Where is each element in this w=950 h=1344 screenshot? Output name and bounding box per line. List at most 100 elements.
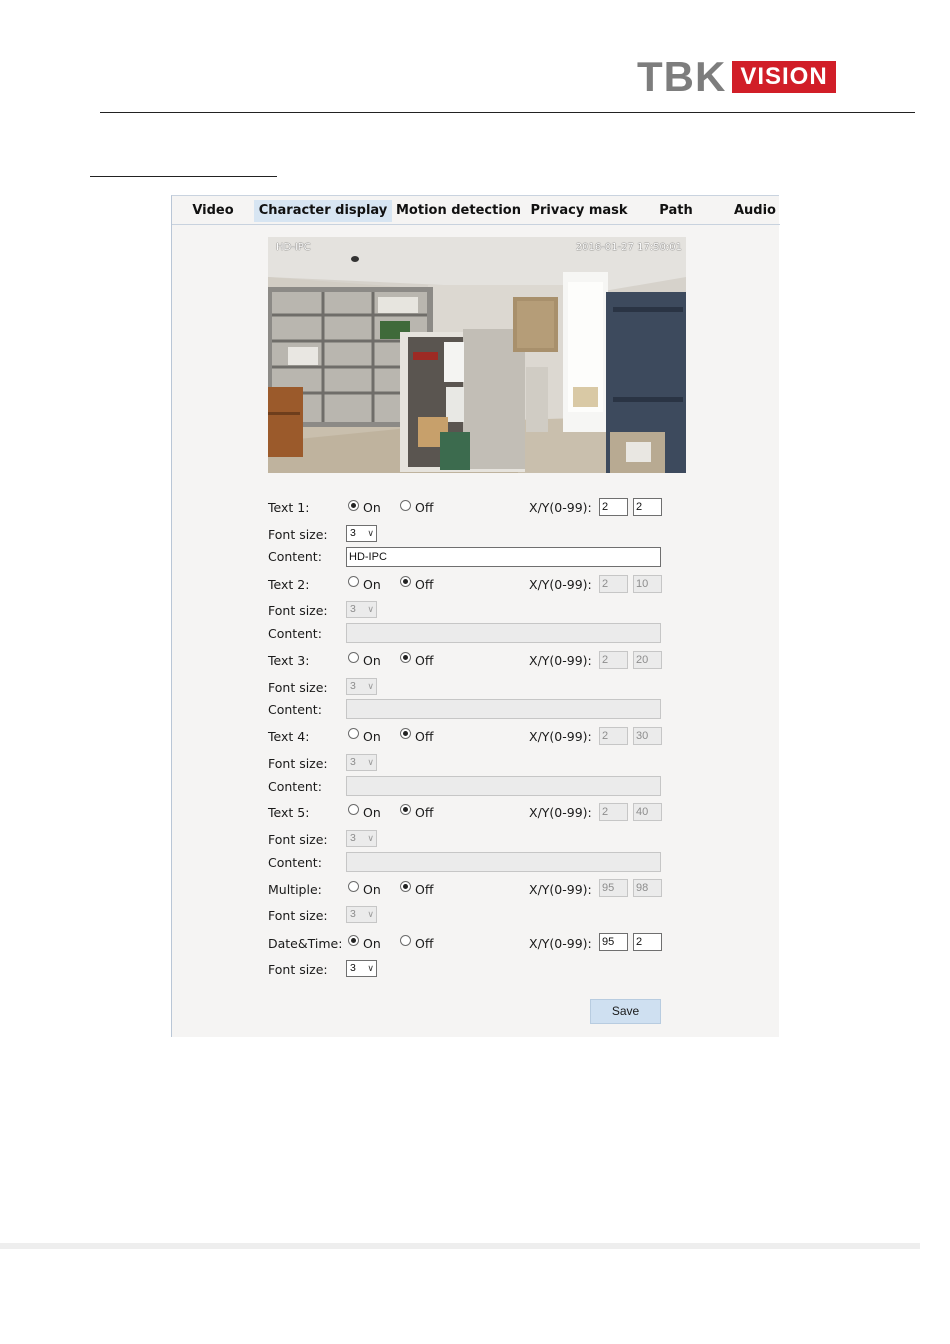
text3-x-input[interactable]: 2 bbox=[599, 651, 628, 669]
footer-band bbox=[0, 1243, 920, 1249]
text2-font-size-select[interactable]: 3 ∨ bbox=[346, 601, 377, 618]
multiple-off-label: Off bbox=[415, 882, 434, 897]
text1-content-label: Content: bbox=[268, 549, 322, 564]
multiple-font-size-label: Font size: bbox=[268, 908, 328, 923]
tab-privacy-mask[interactable]: Privacy mask bbox=[524, 200, 634, 222]
text1-font-size-select[interactable]: 3 ∨ bbox=[346, 525, 377, 542]
text3-off-radio[interactable] bbox=[400, 652, 411, 663]
text2-x-input[interactable]: 2 bbox=[599, 575, 628, 593]
text4-font-size-label: Font size: bbox=[268, 756, 328, 771]
datetime-on-label: On bbox=[363, 936, 381, 951]
multiple-on-label: On bbox=[363, 882, 381, 897]
text5-x-input[interactable]: 2 bbox=[599, 803, 628, 821]
text1-label: Text 1: bbox=[268, 500, 310, 515]
text5-on-radio[interactable] bbox=[348, 804, 359, 815]
chevron-down-icon: ∨ bbox=[367, 604, 374, 614]
text2-y-input[interactable]: 10 bbox=[633, 575, 662, 593]
text1-y-input[interactable]: 2 bbox=[633, 498, 662, 516]
multiple-off-radio[interactable] bbox=[400, 881, 411, 892]
text5-font-size-select[interactable]: 3 ∨ bbox=[346, 830, 377, 847]
datetime-off-label: Off bbox=[415, 936, 434, 951]
chevron-down-icon: ∨ bbox=[367, 681, 374, 691]
text2-on-radio[interactable] bbox=[348, 576, 359, 587]
multiple-font-size-value: 3 bbox=[350, 908, 356, 920]
osd-text-name: HD-IPC bbox=[276, 242, 311, 253]
multiple-on-radio[interactable] bbox=[348, 881, 359, 892]
osd-text-datetime: 2016-01-27 17:50:01 bbox=[575, 242, 682, 253]
tab-audio[interactable]: Audio bbox=[720, 200, 790, 222]
multiple-label: Multiple: bbox=[268, 882, 322, 897]
text5-content-input[interactable] bbox=[346, 852, 661, 872]
text2-content-label: Content: bbox=[268, 626, 322, 641]
chevron-down-icon: ∨ bbox=[367, 833, 374, 843]
section-title-underline bbox=[90, 176, 277, 177]
text3-label: Text 3: bbox=[268, 653, 310, 668]
tab-character-display[interactable]: Character display bbox=[254, 200, 392, 222]
tab-video[interactable]: Video bbox=[172, 200, 254, 222]
text1-off-label: Off bbox=[415, 500, 434, 515]
text3-content-input[interactable] bbox=[346, 699, 661, 719]
settings-panel: Video Character display Motion detection… bbox=[171, 195, 780, 1037]
text1-xy-label: X/Y(0-99): bbox=[529, 500, 592, 515]
text5-label: Text 5: bbox=[268, 805, 310, 820]
text4-on-radio[interactable] bbox=[348, 728, 359, 739]
text5-on-label: On bbox=[363, 805, 381, 820]
text4-on-label: On bbox=[363, 729, 381, 744]
chevron-down-icon: ∨ bbox=[367, 963, 374, 973]
text1-on-radio[interactable] bbox=[348, 500, 359, 511]
datetime-font-size-label: Font size: bbox=[268, 962, 328, 977]
multiple-y-input[interactable]: 98 bbox=[633, 879, 662, 897]
chevron-down-icon: ∨ bbox=[367, 909, 374, 919]
text5-off-radio[interactable] bbox=[400, 804, 411, 815]
text3-y-input[interactable]: 20 bbox=[633, 651, 662, 669]
text2-xy-label: X/Y(0-99): bbox=[529, 577, 592, 592]
text3-off-label: Off bbox=[415, 653, 434, 668]
text2-content-input[interactable] bbox=[346, 623, 661, 643]
text4-label: Text 4: bbox=[268, 729, 310, 744]
text2-label: Text 2: bbox=[268, 577, 310, 592]
text5-y-input[interactable]: 40 bbox=[633, 803, 662, 821]
text5-font-size-value: 3 bbox=[350, 832, 356, 844]
text1-x-input[interactable]: 2 bbox=[599, 498, 628, 516]
text5-xy-label: X/Y(0-99): bbox=[529, 805, 592, 820]
text1-off-radio[interactable] bbox=[400, 500, 411, 511]
text5-font-size-label: Font size: bbox=[268, 832, 328, 847]
chevron-down-icon: ∨ bbox=[367, 757, 374, 767]
datetime-font-size-select[interactable]: 3 ∨ bbox=[346, 960, 377, 977]
text4-font-size-select[interactable]: 3 ∨ bbox=[346, 754, 377, 771]
text4-off-radio[interactable] bbox=[400, 728, 411, 739]
tbk-vision-logo: TBK VISION bbox=[637, 53, 836, 100]
text2-on-label: On bbox=[363, 577, 381, 592]
multiple-font-size-select[interactable]: 3 ∨ bbox=[346, 906, 377, 923]
text1-on-label: On bbox=[363, 500, 381, 515]
text2-off-label: Off bbox=[415, 577, 434, 592]
datetime-off-radio[interactable] bbox=[400, 935, 411, 946]
text3-xy-label: X/Y(0-99): bbox=[529, 653, 592, 668]
logo-text-vision: VISION bbox=[732, 61, 836, 93]
text2-off-radio[interactable] bbox=[400, 576, 411, 587]
text3-content-label: Content: bbox=[268, 702, 322, 717]
text4-xy-label: X/Y(0-99): bbox=[529, 729, 592, 744]
text4-font-size-value: 3 bbox=[350, 756, 356, 768]
text4-x-input[interactable]: 2 bbox=[599, 727, 628, 745]
datetime-y-input[interactable]: 2 bbox=[633, 933, 662, 951]
text5-content-label: Content: bbox=[268, 855, 322, 870]
text2-font-size-label: Font size: bbox=[268, 603, 328, 618]
text1-content-input[interactable]: HD-IPC bbox=[346, 547, 661, 567]
camera-preview[interactable]: HD-IPC 2016-01-27 17:50:01 bbox=[268, 237, 686, 473]
text4-y-input[interactable]: 30 bbox=[633, 727, 662, 745]
chevron-down-icon: ∨ bbox=[367, 528, 374, 538]
datetime-font-size-value: 3 bbox=[350, 962, 356, 974]
datetime-x-input[interactable]: 95 bbox=[599, 933, 628, 951]
text3-font-size-select[interactable]: 3 ∨ bbox=[346, 678, 377, 695]
save-button[interactable]: Save bbox=[590, 999, 661, 1024]
text1-font-size-value: 3 bbox=[350, 527, 356, 539]
logo-text-tbk: TBK bbox=[637, 53, 727, 100]
text4-content-input[interactable] bbox=[346, 776, 661, 796]
tab-motion-detection[interactable]: Motion detection bbox=[396, 200, 521, 222]
tab-path[interactable]: Path bbox=[638, 200, 714, 222]
text3-on-radio[interactable] bbox=[348, 652, 359, 663]
text1-font-size-label: Font size: bbox=[268, 527, 328, 542]
datetime-on-radio[interactable] bbox=[348, 935, 359, 946]
multiple-x-input[interactable]: 95 bbox=[599, 879, 628, 897]
